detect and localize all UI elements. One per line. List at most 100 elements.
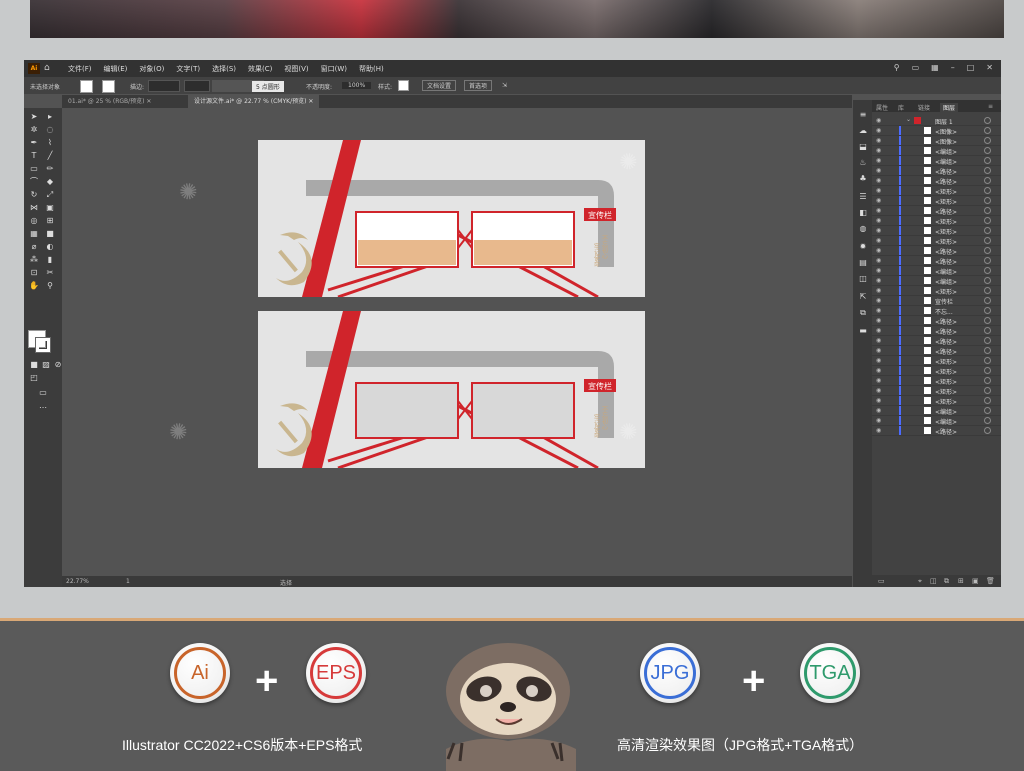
collect-icon[interactable]: ▣ xyxy=(972,577,979,585)
visibility-icon[interactable]: ◉ xyxy=(876,247,881,254)
target-icon[interactable] xyxy=(984,197,991,204)
pencil-tool-icon[interactable]: ✏ xyxy=(44,164,56,174)
visibility-icon[interactable]: ◉ xyxy=(876,167,881,174)
visibility-icon[interactable]: ◉ xyxy=(876,367,881,374)
layer-row[interactable]: ◉ <编组> xyxy=(872,406,1001,416)
layer-row[interactable]: ◉ <编组> xyxy=(872,416,1001,426)
target-icon[interactable] xyxy=(984,317,991,324)
lasso-icon[interactable]: ◌ xyxy=(44,125,56,135)
target-icon[interactable] xyxy=(984,217,991,224)
layer-row[interactable]: ◉ <编组> xyxy=(872,146,1001,156)
menu-file[interactable]: 文件(F) xyxy=(68,64,92,74)
visibility-icon[interactable]: ◉ xyxy=(876,327,881,334)
artboards-icon[interactable]: ⧉ xyxy=(857,308,869,318)
visibility-icon[interactable]: ◉ xyxy=(876,217,881,224)
visibility-icon[interactable]: ◉ xyxy=(876,357,881,364)
visibility-icon[interactable]: ◉ xyxy=(876,227,881,234)
artboard-tool-icon[interactable]: ⊡ xyxy=(28,268,40,278)
layer-row[interactable]: ◉ <路径> xyxy=(872,256,1001,266)
layer-row[interactable]: ◉ 宣传栏 xyxy=(872,296,1001,306)
target-icon[interactable] xyxy=(984,387,991,394)
layer-row[interactable]: ◉ <路径> xyxy=(872,426,1001,436)
none-mode-icon[interactable]: ⊘ xyxy=(52,360,64,370)
target-icon[interactable] xyxy=(984,187,991,194)
home-icon[interactable]: ⌂ xyxy=(44,63,50,73)
layer-row[interactable]: ◉ <路径> xyxy=(872,326,1001,336)
page-number[interactable]: 1 xyxy=(126,578,130,585)
layer-row[interactable]: ◉ <路径> xyxy=(872,336,1001,346)
target-icon[interactable] xyxy=(984,267,991,274)
visibility-icon[interactable]: ◉ xyxy=(876,157,881,164)
target-icon[interactable] xyxy=(984,207,991,214)
target-icon[interactable] xyxy=(984,157,991,164)
target-icon[interactable] xyxy=(984,227,991,234)
layer-row[interactable]: ◉ <矩形> xyxy=(872,196,1001,206)
rectangle-tool-icon[interactable]: ▭ xyxy=(28,164,40,174)
maximize-icon[interactable]: □ xyxy=(967,63,975,72)
graph-tool-icon[interactable]: ▮ xyxy=(44,255,56,265)
target-icon[interactable] xyxy=(984,337,991,344)
artboard-1[interactable]: 宣传栏 不忘初心 牢记使命 xyxy=(258,140,645,297)
cc-library-icon[interactable]: ☁ xyxy=(857,126,869,136)
delete-layer-icon[interactable]: 🗑 xyxy=(986,577,995,585)
visibility-icon[interactable]: ◉ xyxy=(876,377,881,384)
layer-row[interactable]: ◉ <矩形> xyxy=(872,356,1001,366)
blend-tool-icon[interactable]: ◐ xyxy=(44,242,56,252)
graphic-styles-icon[interactable]: ▤ xyxy=(857,258,869,268)
expand-icon[interactable]: ⌄ xyxy=(906,116,911,123)
rotate-tool-icon[interactable]: ↻ xyxy=(28,190,40,200)
pen-tool-icon[interactable]: ✒ xyxy=(28,138,40,148)
tab-library[interactable]: 库 xyxy=(898,103,904,112)
line-tool-icon[interactable]: ╱ xyxy=(44,151,56,161)
document-setup-button[interactable]: 文档设置 xyxy=(422,80,457,91)
target-icon[interactable] xyxy=(984,307,991,314)
tab-document-2[interactable]: 设计源文件.ai* @ 22.77 % (CMYK/预览) ✕ xyxy=(188,95,320,108)
variable-width-field[interactable] xyxy=(184,80,210,92)
visibility-icon[interactable]: ◉ xyxy=(876,347,881,354)
stroke-weight-field[interactable] xyxy=(148,80,180,92)
visibility-icon[interactable]: ◉ xyxy=(876,307,881,314)
visibility-icon[interactable]: ◉ xyxy=(876,177,881,184)
arrange-icon[interactable]: ▭ xyxy=(912,63,920,72)
menu-window[interactable]: 窗口(W) xyxy=(321,64,347,74)
workspace-icon[interactable]: ▦ xyxy=(931,63,939,72)
new-sublayer-icon[interactable]: ⧉ xyxy=(944,577,949,586)
brush-field[interactable]: 5 点圆形 xyxy=(252,81,284,92)
target-icon[interactable] xyxy=(984,127,991,134)
layer-row[interactable]: ◉ <矩形> xyxy=(872,366,1001,376)
visibility-icon[interactable]: ◉ xyxy=(876,207,881,214)
brush-panel-icon[interactable]: ♨ xyxy=(857,158,869,168)
layer-row[interactable]: ◉ <编组> xyxy=(872,156,1001,166)
fill-swatch[interactable] xyxy=(80,80,93,93)
target-icon[interactable] xyxy=(984,427,991,434)
menu-type[interactable]: 文字(T) xyxy=(176,64,200,74)
zoom-tool-icon[interactable]: ⚲ xyxy=(44,281,56,291)
visibility-icon[interactable]: ◉ xyxy=(876,267,881,274)
visibility-icon[interactable]: ◉ xyxy=(876,187,881,194)
layer-row[interactable]: ◉ <矩形> xyxy=(872,186,1001,196)
symbol-icon[interactable]: ♣ xyxy=(857,174,869,184)
opacity-field[interactable]: 100% xyxy=(342,82,372,89)
paint-icon[interactable]: ⬓ xyxy=(857,142,869,152)
layer-row[interactable]: ◉ <路径> xyxy=(872,346,1001,356)
layer-row[interactable]: ◉ <矩形> xyxy=(872,396,1001,406)
target-icon[interactable] xyxy=(984,167,991,174)
artboard-2[interactable]: 宣传栏 不忘初心 牢记使命 xyxy=(258,311,645,468)
target-icon[interactable] xyxy=(984,117,991,124)
layer-row[interactable]: ◉ <路径> xyxy=(872,176,1001,186)
stroke-color-box[interactable] xyxy=(35,337,51,353)
new-layer-icon[interactable]: ⊞ xyxy=(958,577,964,585)
transparency-icon[interactable]: ◍ xyxy=(857,224,869,234)
gradient-panel-icon[interactable]: ◧ xyxy=(857,208,869,218)
comments-icon[interactable]: ▬ xyxy=(857,326,869,336)
scale-tool-icon[interactable]: ⤢ xyxy=(44,190,56,200)
visibility-icon[interactable]: ◉ xyxy=(876,397,881,404)
tab-layers[interactable]: 图层 xyxy=(940,103,959,112)
menu-edit[interactable]: 编辑(E) xyxy=(104,64,128,74)
export-icon[interactable]: ⇱ xyxy=(857,292,869,302)
perspective-icon[interactable]: ⊞ xyxy=(44,216,56,226)
target-icon[interactable] xyxy=(984,297,991,304)
draw-mode-icon[interactable]: ◰ xyxy=(28,373,40,383)
selection-tool-icon[interactable]: ➤ xyxy=(28,112,40,122)
zoom-level[interactable]: 22.77% xyxy=(66,578,89,585)
